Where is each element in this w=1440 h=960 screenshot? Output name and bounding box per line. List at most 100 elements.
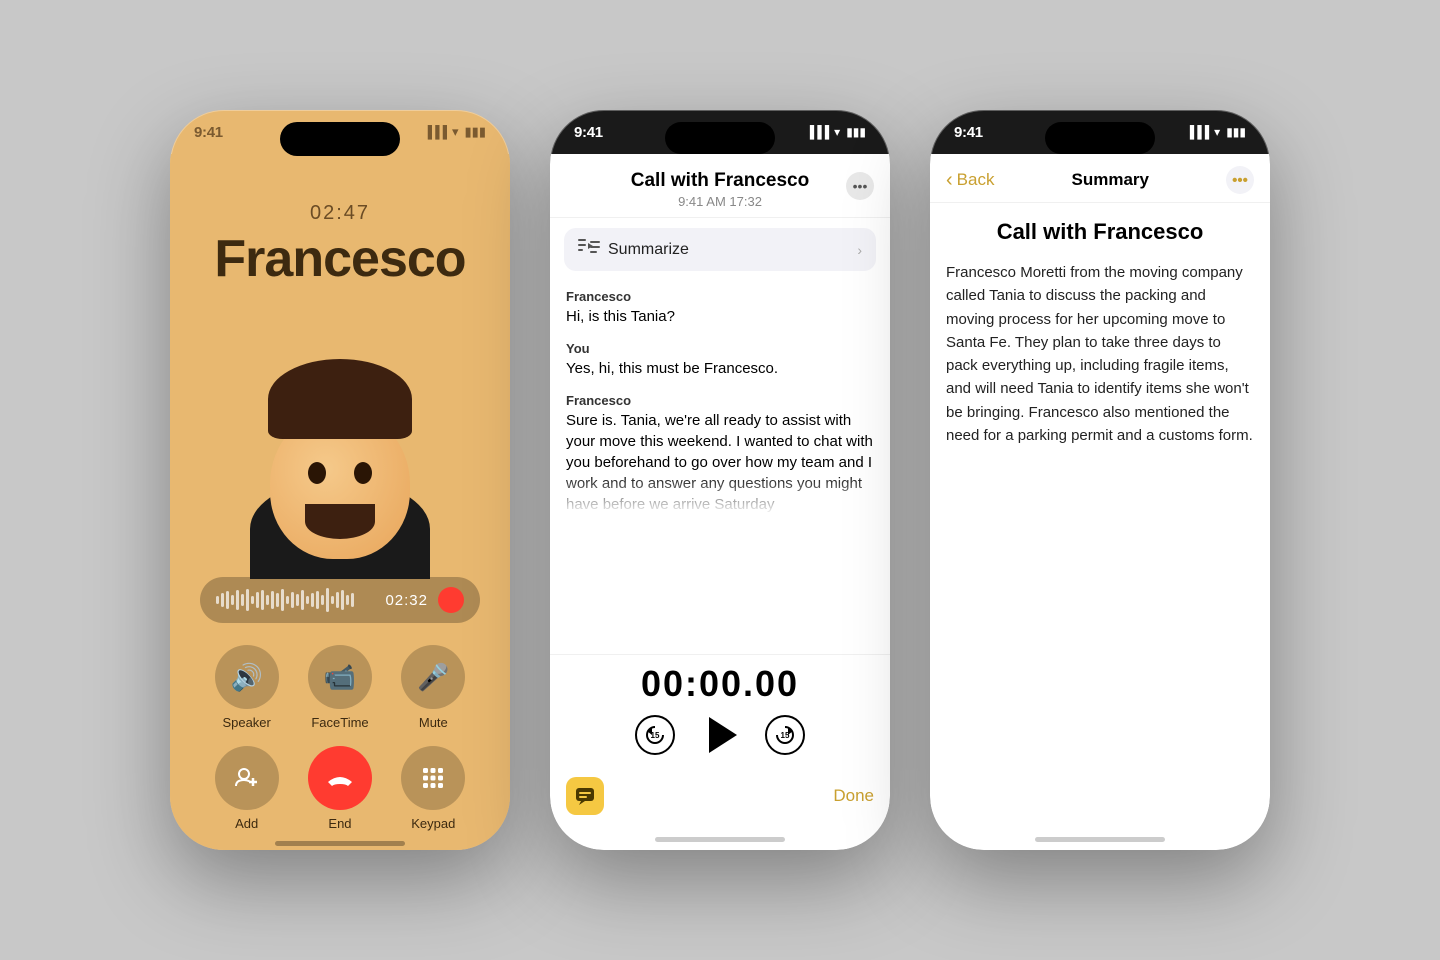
status-icons-3: ▐▐▐ ▾ ▮▮▮ (1186, 125, 1246, 139)
call-buttons: 🔊 Speaker 📹 FaceTime 🎤 Mute (200, 645, 480, 831)
speech-bubble-icon (574, 785, 596, 807)
transcript-icon-button[interactable] (566, 777, 604, 815)
mute-button[interactable]: 🎤 Mute (401, 645, 465, 730)
rec-timer: 02:32 (385, 592, 428, 609)
wifi-icon-2: ▾ (834, 125, 840, 139)
keypad-label: Keypad (411, 816, 455, 831)
status-time-2: 9:41 (574, 124, 603, 141)
recording-bar: 02:32 (200, 577, 480, 623)
memoji-eye-left (308, 462, 326, 484)
wave-bar (331, 596, 334, 604)
call-name: Francesco (214, 229, 465, 289)
mute-icon-circle: 🎤 (401, 645, 465, 709)
summarize-icon (578, 238, 600, 261)
transcript-title: Call with Francesco (566, 170, 874, 192)
add-button[interactable]: Add (215, 746, 279, 831)
waveform (216, 588, 375, 612)
msg-text-1: Hi, is this Tania? (566, 306, 874, 327)
wave-bar (321, 595, 324, 605)
dynamic-island-2 (665, 122, 775, 154)
home-indicator-2 (655, 837, 785, 842)
wave-bar (291, 592, 294, 608)
facetime-label: FaceTime (311, 715, 368, 730)
memoji-hair (268, 359, 412, 439)
transcript-message-3: Francesco Sure is. Tania, we're all read… (566, 393, 874, 515)
back-label: Back (957, 170, 995, 190)
transcript-message-2: You Yes, hi, this must be Francesco. (566, 341, 874, 379)
playback-timer: 00:00.00 (641, 663, 799, 705)
msg-text-3: Sure is. Tania, we're all ready to assis… (566, 410, 874, 515)
wave-bar (266, 595, 269, 605)
wave-bar (306, 596, 309, 604)
speaker-button[interactable]: 🔊 Speaker (215, 645, 279, 730)
wifi-icon-3: ▾ (1214, 125, 1220, 139)
end-button[interactable]: End (308, 746, 372, 831)
signal-icon-2: ▐▐▐ (806, 125, 829, 139)
wave-bar (236, 590, 239, 610)
mute-label: Mute (419, 715, 448, 730)
transcript-message-1: Francesco Hi, is this Tania? (566, 289, 874, 327)
wave-bar (311, 593, 314, 607)
wave-bar (326, 588, 329, 612)
wave-bar (351, 593, 354, 607)
memoji-beard (305, 504, 375, 539)
summary-more-button[interactable]: ••• (1226, 166, 1254, 194)
facetime-button[interactable]: 📹 FaceTime (308, 645, 372, 730)
wave-bar (256, 592, 259, 608)
signal-icon-3: ▐▐▐ (1186, 125, 1209, 139)
battery-icon-3: ▮▮▮ (1226, 125, 1246, 139)
back-button[interactable]: ‹ Back (946, 169, 994, 192)
wave-bar (246, 589, 249, 611)
summary-title: Call with Francesco (946, 219, 1254, 245)
memoji-eye-right (354, 462, 372, 484)
wave-bar (286, 596, 289, 604)
summary-nav: ‹ Back Summary ••• (930, 154, 1270, 203)
wave-bar (231, 595, 234, 605)
status-time-1: 9:41 (194, 124, 223, 141)
end-icon-circle (308, 746, 372, 810)
wave-bar (251, 596, 254, 604)
skip-forward-button[interactable]: 15 (765, 715, 805, 755)
wave-bar (341, 590, 344, 610)
call-timer: 02:47 (310, 202, 370, 225)
dynamic-island (280, 122, 400, 156)
play-button[interactable] (709, 717, 737, 753)
summary-text: Francesco Moretti from the moving compan… (946, 261, 1254, 447)
wave-bar (281, 589, 284, 611)
wave-bar (226, 591, 229, 609)
end-call-icon (324, 762, 356, 794)
wave-bar (296, 594, 299, 606)
add-label: Add (235, 816, 258, 831)
summarize-label: Summarize (608, 241, 857, 259)
call-btn-row-2: Add End (200, 746, 480, 831)
keypad-icon-circle (401, 746, 465, 810)
wave-bar (336, 592, 339, 608)
wave-bar (271, 591, 274, 609)
add-icon-circle (215, 746, 279, 810)
wave-bar (241, 594, 244, 606)
more-options-button[interactable]: ••• (846, 172, 874, 200)
end-label: End (328, 816, 351, 831)
back-chevron-icon: ‹ (946, 169, 953, 192)
rec-dot (438, 587, 464, 613)
done-button[interactable]: Done (833, 786, 874, 806)
skip-back-button[interactable]: 15 (635, 715, 675, 755)
msg-speaker-2: You (566, 341, 874, 356)
msg-speaker-3: Francesco (566, 393, 874, 408)
avatar-area (230, 299, 450, 559)
playback-area: 00:00.00 15 15 (550, 654, 890, 767)
signal-icon: ▐▐▐ (423, 125, 446, 139)
battery-icon: ▮▮▮ (465, 124, 486, 140)
summary-panel: ‹ Back Summary ••• Call with Francesco F… (930, 154, 1270, 850)
call-screen: 02:47 Francesco (170, 154, 510, 850)
wave-bar (301, 590, 304, 610)
status-time-3: 9:41 (954, 124, 983, 141)
skip-forward-label: 15 (781, 731, 790, 740)
call-btn-row-1: 🔊 Speaker 📹 FaceTime 🎤 Mute (200, 645, 480, 730)
wave-bar (216, 596, 219, 604)
add-contact-icon (233, 764, 261, 792)
wave-bar (316, 591, 319, 609)
battery-icon-2: ▮▮▮ (846, 125, 866, 139)
keypad-button[interactable]: Keypad (401, 746, 465, 831)
summarize-button[interactable]: Summarize › (564, 228, 876, 271)
